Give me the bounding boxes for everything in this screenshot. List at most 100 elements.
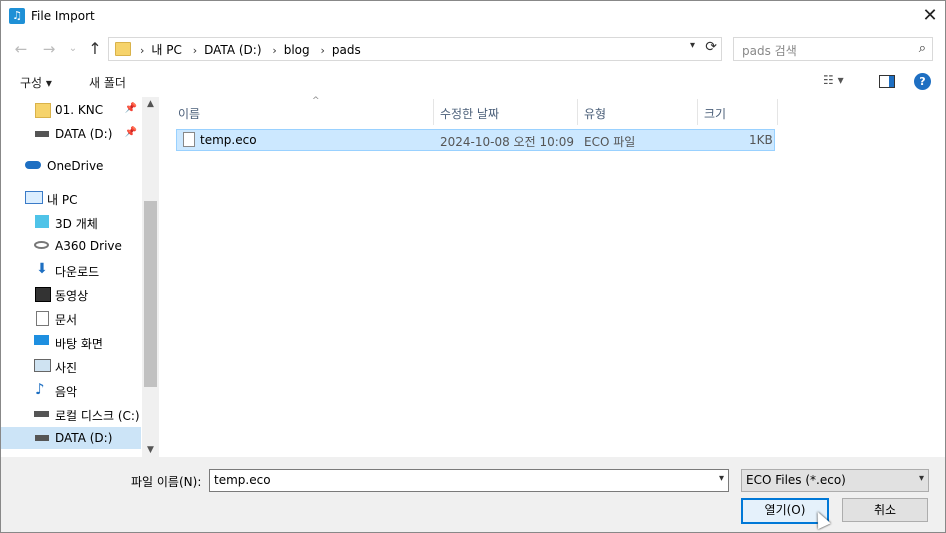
filename-value[interactable]: temp.eco bbox=[214, 473, 271, 487]
sidebar-item-label: 동영상 bbox=[55, 289, 89, 303]
filetype-select[interactable]: ECO Files (*.eco) ▾ bbox=[741, 469, 929, 492]
file-import-dialog: ♫ File Import ✕ ← → ⌄ ↑ › 내 PC › DATA (D:)… bbox=[0, 0, 946, 533]
help-icon[interactable]: ? bbox=[914, 73, 931, 90]
breadcrumb: › 내 PC › DATA (D:) › blog › pads bbox=[133, 41, 361, 58]
chevron-down-icon[interactable]: ▾ bbox=[919, 473, 924, 484]
preview-pane-icon[interactable] bbox=[879, 75, 895, 88]
sidebar-item-label: 로컬 디스크 (C:) bbox=[55, 409, 140, 423]
title-bar: ♫ File Import ✕ bbox=[1, 1, 945, 32]
recent-locations-button[interactable]: ⌄ bbox=[63, 39, 83, 59]
a360-drive-icon bbox=[34, 241, 49, 249]
filetype-value: ECO Files (*.eco) bbox=[746, 473, 846, 487]
pin-icon: 📌 bbox=[124, 103, 137, 114]
sidebar-item-label: A360 Drive bbox=[55, 239, 122, 253]
sidebar-item-label: 음악 bbox=[55, 385, 78, 399]
sidebar-item-label: 바탕 화면 bbox=[55, 337, 103, 351]
local-disk-icon bbox=[34, 411, 49, 417]
breadcrumb-separator: › bbox=[272, 44, 277, 57]
column-header-size[interactable]: 크기 bbox=[698, 99, 778, 125]
app-icon: ♫ bbox=[9, 8, 25, 24]
drive-icon bbox=[35, 435, 49, 441]
sidebar-scrollbar[interactable]: ▲ ▼ bbox=[142, 97, 159, 457]
filename-field[interactable]: temp.eco ▾ bbox=[209, 469, 729, 492]
music-icon: ♪ bbox=[35, 380, 45, 398]
sidebar-item-data-d[interactable]: DATA (D:) bbox=[1, 427, 141, 449]
sidebar-item-label: 3D 개체 bbox=[55, 217, 98, 231]
sidebar-item-desktop[interactable]: 바탕 화면 bbox=[1, 331, 141, 353]
view-options-icon[interactable]: ☷ ▾ bbox=[823, 73, 844, 87]
folder-icon bbox=[35, 103, 51, 118]
desktop-icon bbox=[34, 335, 49, 345]
column-label: 크기 bbox=[704, 107, 727, 121]
sidebar-item-data-d-quick[interactable]: DATA (D:) 📌 bbox=[1, 123, 141, 145]
file-size: 1KB bbox=[749, 133, 773, 147]
breadcrumb-item[interactable]: blog bbox=[284, 43, 310, 57]
breadcrumb-separator: › bbox=[192, 44, 198, 57]
sidebar-item-videos[interactable]: 동영상 bbox=[1, 283, 141, 305]
sidebar-item-this-pc[interactable]: 내 PC bbox=[1, 187, 141, 209]
scroll-up-icon[interactable]: ▲ bbox=[142, 99, 159, 109]
sidebar-item-label: 사진 bbox=[55, 361, 78, 375]
breadcrumb-separator: › bbox=[140, 44, 145, 57]
sidebar-item-label: 01. KNC bbox=[55, 103, 104, 117]
scroll-down-icon[interactable]: ▼ bbox=[142, 445, 159, 455]
sidebar-item-local-disk-c[interactable]: 로컬 디스크 (C:) bbox=[1, 403, 141, 425]
sidebar-item-pictures[interactable]: 사진 bbox=[1, 355, 141, 377]
organize-menu[interactable]: 구성 ▾ bbox=[20, 74, 52, 91]
sidebar-item-a360-drive[interactable]: A360 Drive bbox=[1, 235, 141, 257]
sidebar-item-label: DATA (D:) bbox=[55, 127, 113, 141]
search-icon: ⌕ bbox=[918, 41, 926, 56]
refresh-icon[interactable]: ⟳ bbox=[705, 39, 717, 55]
sidebar-item-label: 다운로드 bbox=[55, 265, 100, 279]
cube-icon bbox=[35, 215, 49, 228]
file-icon bbox=[183, 132, 195, 147]
file-type: ECO 파일 bbox=[584, 135, 636, 149]
breadcrumb-item[interactable]: DATA (D:) bbox=[204, 43, 261, 57]
sidebar-item-3d-objects[interactable]: 3D 개체 bbox=[1, 211, 141, 233]
sidebar-item-label: 문서 bbox=[55, 313, 78, 327]
window-title: File Import bbox=[31, 9, 95, 23]
breadcrumb-item[interactable]: pads bbox=[332, 43, 361, 57]
column-label: 수정한 날짜 bbox=[440, 107, 500, 121]
sidebar-item-label: 내 PC bbox=[47, 193, 78, 207]
column-header-name[interactable]: ^ 이름 bbox=[172, 96, 434, 125]
video-icon bbox=[35, 287, 51, 302]
chevron-down-icon[interactable]: ▾ bbox=[690, 40, 695, 51]
chevron-down-icon[interactable]: ▾ bbox=[719, 473, 724, 484]
forward-button[interactable]: → bbox=[39, 39, 59, 59]
sidebar-item-music[interactable]: ♪ 음악 bbox=[1, 379, 141, 401]
column-header-modified[interactable]: 수정한 날짜 bbox=[434, 99, 578, 125]
sidebar-item-downloads[interactable]: ⬇ 다운로드 bbox=[1, 259, 141, 281]
pin-icon: 📌 bbox=[124, 127, 137, 138]
breadcrumb-item[interactable]: 내 PC bbox=[151, 43, 181, 57]
download-icon: ⬇ bbox=[36, 261, 48, 277]
sidebar-item-label: OneDrive bbox=[47, 159, 104, 173]
up-button[interactable]: ↑ bbox=[85, 39, 105, 59]
sidebar-item-knc[interactable]: 01. KNC 📌 bbox=[1, 99, 141, 121]
address-bar[interactable]: › 내 PC › DATA (D:) › blog › pads ▾ ⟳ bbox=[108, 37, 722, 61]
sidebar-item-onedrive[interactable]: OneDrive bbox=[1, 155, 141, 177]
search-input[interactable]: pads 검색 bbox=[742, 42, 797, 59]
file-row[interactable]: temp.eco 2024-10-08 오전 10:09 ECO 파일 1KB bbox=[176, 129, 775, 151]
new-folder-button[interactable]: 새 폴더 bbox=[89, 74, 126, 91]
sidebar-item-documents[interactable]: 문서 bbox=[1, 307, 141, 329]
scrollbar-thumb[interactable] bbox=[144, 201, 157, 387]
document-icon bbox=[36, 311, 49, 326]
column-header-type[interactable]: 유형 bbox=[578, 99, 698, 125]
toolbar: 구성 ▾ 새 폴더 bbox=[1, 67, 945, 95]
filename-label: 파일 이름(N): bbox=[131, 475, 202, 489]
close-button[interactable]: ✕ bbox=[915, 1, 945, 32]
sidebar-item-label: DATA (D:) bbox=[55, 431, 113, 445]
file-modified: 2024-10-08 오전 10:09 bbox=[440, 135, 575, 149]
column-label: 이름 bbox=[178, 107, 201, 121]
search-box[interactable]: pads 검색 ⌕ bbox=[733, 37, 933, 61]
breadcrumb-separator: › bbox=[320, 44, 325, 57]
drive-icon bbox=[35, 131, 49, 137]
sort-ascending-icon: ^ bbox=[312, 96, 320, 106]
navigation-pane: 01. KNC 📌 DATA (D:) 📌 OneDrive 내 PC 3D 개… bbox=[1, 97, 141, 457]
back-button[interactable]: ← bbox=[11, 39, 31, 59]
computer-icon bbox=[25, 191, 43, 204]
file-name: temp.eco bbox=[200, 133, 257, 147]
cancel-button[interactable]: 취소 bbox=[842, 498, 928, 522]
file-list: ^ 이름 수정한 날짜 유형 크기 temp.eco 2024-10-08 오전… bbox=[160, 96, 945, 457]
